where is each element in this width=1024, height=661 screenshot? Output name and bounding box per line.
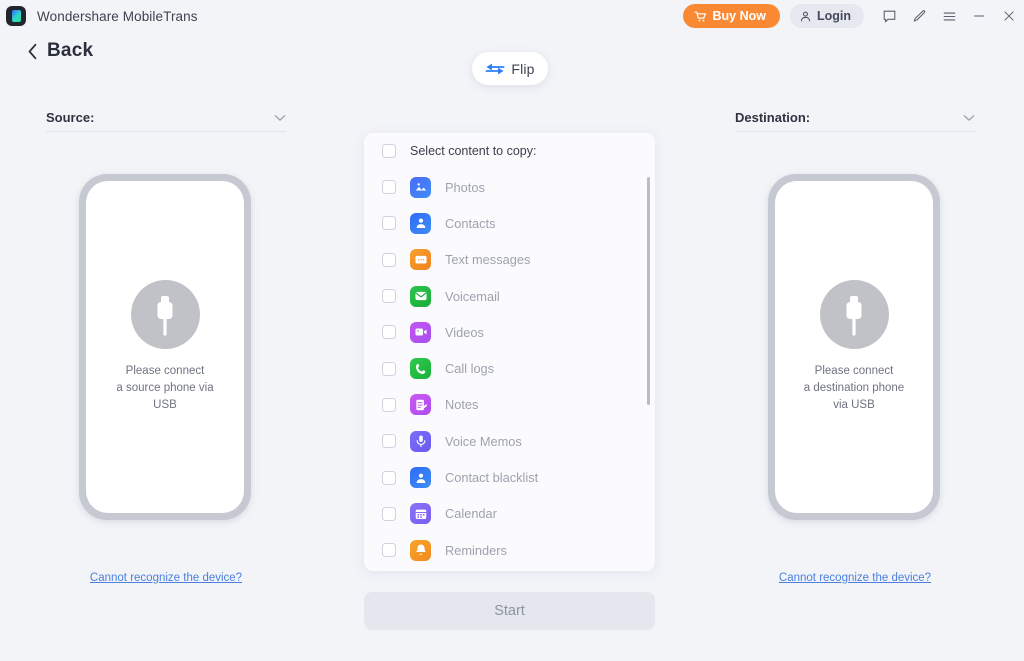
edit-pen-icon[interactable]	[904, 0, 934, 32]
list-item[interactable]: Calendar	[382, 496, 655, 532]
item-label: Contacts	[445, 215, 496, 231]
item-checkbox[interactable]	[382, 470, 396, 485]
list-item[interactable]: Voicemail	[382, 278, 655, 314]
source-title: Source:	[46, 110, 95, 125]
videos-icon	[410, 321, 431, 343]
usb-plug-icon	[819, 280, 889, 349]
item-label: Voice Memos	[445, 433, 522, 449]
item-checkbox[interactable]	[382, 506, 396, 521]
list-item[interactable]: Contacts	[382, 205, 655, 241]
item-label: Calendar	[445, 506, 497, 522]
text-messages-icon	[410, 249, 431, 271]
item-checkbox[interactable]	[382, 434, 396, 449]
title-bar: Wondershare MobileTrans Buy Now Login	[0, 0, 1024, 32]
destination-selector[interactable]: Destination:	[735, 104, 975, 132]
list-item[interactable]: Reminders	[382, 532, 655, 568]
source-selector[interactable]: Source:	[46, 104, 286, 132]
item-checkbox[interactable]	[382, 397, 396, 412]
list-item[interactable]: Photos	[382, 169, 655, 205]
chevron-left-icon	[28, 43, 37, 59]
list-item[interactable]: Notes	[382, 387, 655, 423]
item-checkbox[interactable]	[382, 180, 396, 195]
list-item[interactable]: Text messages	[382, 242, 655, 278]
item-checkbox[interactable]	[382, 325, 396, 340]
destination-phone-mockup: Please connect a destination phone via U…	[768, 174, 940, 520]
item-checkbox[interactable]	[382, 361, 396, 376]
login-label: Login	[816, 9, 851, 23]
list-item[interactable]: Contact blacklist	[382, 459, 655, 495]
usb-plug-icon	[130, 280, 200, 349]
user-icon	[800, 11, 811, 21]
back-button[interactable]: Back	[27, 40, 93, 62]
buy-now-button[interactable]: Buy Now	[682, 4, 780, 28]
flip-label: Flip	[511, 60, 535, 77]
mobiletrans-logo-icon	[6, 6, 26, 26]
content-list-scrollbar[interactable]	[647, 177, 650, 563]
item-label: Text messages	[445, 252, 531, 268]
item-checkbox[interactable]	[382, 252, 396, 267]
contact-blacklist-icon	[410, 467, 431, 489]
item-label: Videos	[445, 324, 484, 340]
titlebar-actions: Buy Now Login	[682, 0, 1024, 32]
shopping-cart-icon	[693, 11, 706, 21]
list-item[interactable]: Call logs	[382, 350, 655, 386]
source-phone-mockup: Please connect a source phone via USB	[79, 174, 251, 520]
calendar-icon	[410, 503, 431, 525]
destination-title: Destination:	[735, 110, 811, 125]
scrollbar-thumb[interactable]	[647, 177, 650, 405]
close-button[interactable]	[994, 0, 1024, 32]
item-checkbox[interactable]	[382, 543, 396, 558]
item-checkbox[interactable]	[382, 216, 396, 231]
list-item[interactable]: Videos	[382, 314, 655, 350]
flip-button[interactable]: Flip	[472, 52, 548, 85]
feedback-icon[interactable]	[874, 0, 904, 32]
login-button[interactable]: Login	[789, 4, 864, 28]
item-label: Photos	[445, 179, 485, 195]
source-panel: Source: Please connect a source phone vi…	[46, 104, 286, 584]
source-cannot-recognize-link[interactable]: Cannot recognize the device?	[46, 572, 286, 584]
contacts-icon	[410, 212, 431, 234]
chevron-down-icon	[963, 114, 975, 121]
content-selection-panel: Select content to copy: Photos Contacts Te…	[364, 133, 655, 571]
flip-arrows-icon	[485, 63, 505, 74]
call-logs-icon	[410, 358, 431, 380]
select-all-checkbox[interactable]	[382, 144, 396, 158]
select-all-row[interactable]: Select content to copy:	[364, 133, 655, 169]
select-all-label: Select content to copy:	[410, 144, 537, 158]
item-label: Contact blacklist	[445, 470, 539, 486]
destination-cannot-recognize-link[interactable]: Cannot recognize the device?	[735, 572, 975, 584]
item-label: Call logs	[445, 361, 495, 377]
start-button[interactable]: Start	[364, 592, 655, 630]
photos-icon	[410, 176, 431, 198]
notes-icon	[410, 394, 431, 416]
chevron-down-icon	[274, 114, 286, 121]
list-item[interactable]: Voice Memos	[382, 423, 655, 459]
minimize-button[interactable]	[964, 0, 994, 32]
voice-memos-icon	[410, 430, 431, 452]
buy-now-label: Buy Now	[712, 9, 766, 23]
item-label: Voicemail	[445, 288, 500, 304]
item-label: Reminders	[445, 542, 507, 558]
app-title: Wondershare MobileTrans	[37, 8, 198, 24]
back-label: Back	[47, 40, 94, 61]
voicemail-icon	[410, 285, 431, 307]
destination-panel: Destination: Please connect a destinatio…	[735, 104, 975, 584]
source-phone-message: Please connect a source phone via USB	[116, 365, 214, 411]
hamburger-menu-icon[interactable]	[934, 0, 964, 32]
item-checkbox[interactable]	[382, 289, 396, 304]
destination-phone-message: Please connect a destination phone via U…	[803, 365, 905, 411]
item-label: Notes	[445, 397, 479, 413]
reminders-icon	[410, 539, 431, 561]
content-type-list: Photos Contacts Text messages Voicemail Vide…	[364, 169, 655, 571]
